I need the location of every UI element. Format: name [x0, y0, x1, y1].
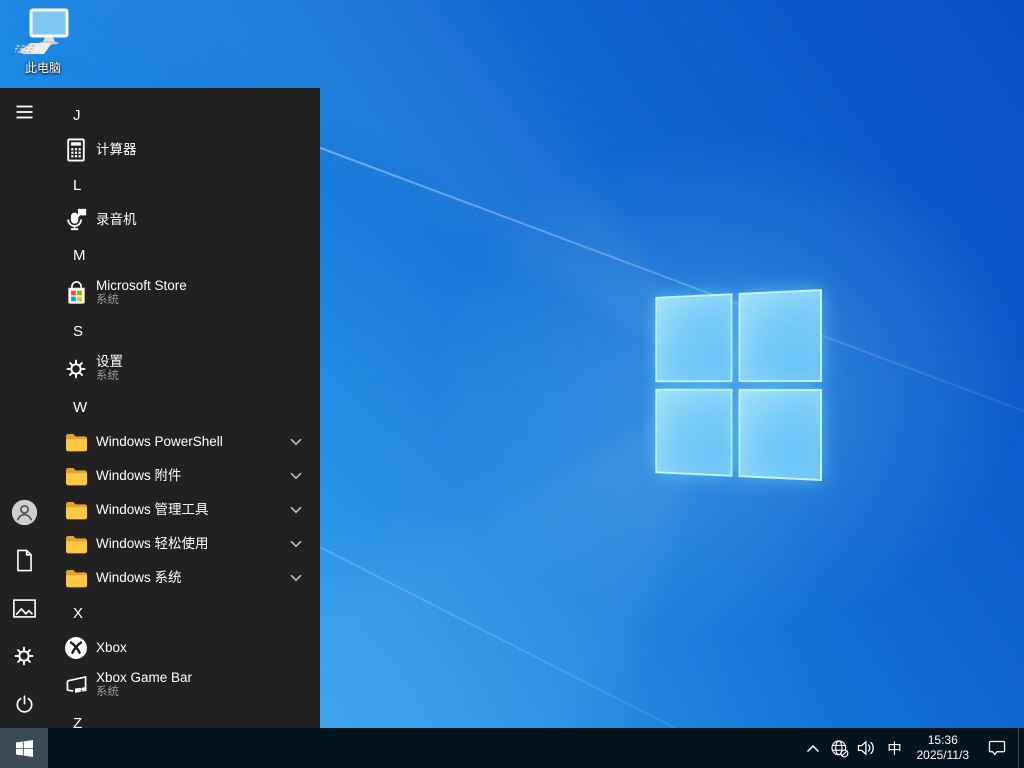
desktop: 此电脑 J 计算器 L 录音机 M Microsoft Store 系统 S 设置 系统 W Wind… — [0, 0, 1024, 768]
start-menu-item[interactable]: Xbox — [48, 631, 320, 665]
item-label: Microsoft Store — [96, 278, 187, 294]
this-pc-icon — [15, 8, 71, 58]
start-button[interactable] — [0, 728, 48, 768]
logo-pane — [655, 388, 732, 477]
clock-date: 2025/11/3 — [916, 748, 970, 762]
logo-pane — [655, 293, 732, 382]
network-globe-icon — [830, 739, 849, 758]
wallpaper-windows-logo — [632, 289, 822, 481]
clock-time: 15:36 — [927, 733, 958, 747]
chevron-down-icon[interactable] — [290, 472, 302, 480]
rail-button-user-account[interactable] — [0, 488, 48, 536]
start-menu-item[interactable]: 设置 系统 — [48, 349, 320, 389]
start-menu-item[interactable]: Microsoft Store 系统 — [48, 273, 320, 313]
section-letter: J — [73, 106, 81, 124]
start-menu-item[interactable]: 计算器 — [48, 133, 320, 167]
section-letter: X — [73, 604, 84, 622]
rail-button-documents[interactable] — [0, 536, 48, 584]
desktop-icon-label: 此电脑 — [24, 61, 61, 75]
desktop-icon-this-pc[interactable]: 此电脑 — [10, 8, 76, 76]
gear-icon — [13, 645, 35, 667]
windows-logo-icon — [15, 739, 33, 757]
rail-button-pictures[interactable] — [0, 584, 48, 632]
voice-recorder-icon — [64, 208, 88, 232]
folder-icon — [64, 464, 88, 488]
item-label: Windows PowerShell — [96, 434, 223, 450]
app-section-header[interactable]: J — [48, 97, 320, 133]
hamburger-icon — [16, 105, 33, 119]
folder-icon — [64, 498, 88, 522]
volume-icon — [856, 739, 876, 757]
pictures-icon — [12, 598, 36, 618]
item-label: Windows 轻松使用 — [96, 536, 209, 552]
taskbar: 中 15:36 2025/11/3 — [0, 728, 1024, 768]
chevron-down-icon[interactable] — [290, 438, 302, 446]
item-subtitle: 系统 — [96, 370, 119, 383]
show-hidden-icons-button[interactable] — [800, 728, 826, 768]
section-letter: W — [73, 398, 88, 416]
start-menu-item[interactable]: Xbox Game Bar 系统 — [48, 665, 320, 705]
ime-indicator[interactable]: 中 — [880, 728, 910, 768]
start-menu-rail — [0, 88, 48, 728]
power-icon — [14, 694, 35, 715]
start-menu-item[interactable]: Windows 附件 — [48, 459, 320, 493]
item-label: 计算器 — [96, 142, 137, 158]
app-section-header[interactable]: W — [48, 389, 320, 425]
store-icon — [64, 281, 88, 305]
section-letter: L — [73, 176, 82, 194]
logo-pane — [738, 289, 822, 382]
folder-icon — [64, 566, 88, 590]
start-menu-item[interactable]: Windows 系统 — [48, 561, 320, 595]
start-menu: J 计算器 L 录音机 M Microsoft Store 系统 S 设置 系统 W Windows … — [0, 88, 320, 728]
item-label: Xbox Game Bar — [96, 670, 193, 686]
item-label: Windows 附件 — [96, 468, 182, 484]
chevron-down-icon[interactable] — [290, 574, 302, 582]
user-icon — [11, 499, 38, 526]
rail-button-settings[interactable] — [0, 632, 48, 680]
action-center-icon — [987, 738, 1007, 758]
start-menu-item[interactable]: Windows 管理工具 — [48, 493, 320, 527]
folder-icon — [64, 532, 88, 556]
start-menu-item[interactable]: Windows 轻松使用 — [48, 527, 320, 561]
app-section-header[interactable]: L — [48, 167, 320, 203]
item-label: 录音机 — [96, 212, 137, 228]
folder-icon — [64, 430, 88, 454]
rail-button-power[interactable] — [0, 680, 48, 728]
gamebar-icon — [64, 673, 88, 697]
item-label: Windows 系统 — [96, 570, 182, 586]
item-subtitle: 系统 — [96, 294, 119, 307]
section-letter: S — [73, 322, 84, 340]
xbox-icon — [64, 636, 88, 660]
start-menu-app-list: J 计算器 L 录音机 M Microsoft Store 系统 S 设置 系统 W Windows … — [48, 88, 320, 728]
calculator-icon — [64, 138, 88, 162]
gear-icon — [64, 357, 88, 381]
ime-label: 中 — [887, 741, 902, 758]
system-tray: 中 15:36 2025/11/3 — [800, 728, 1024, 768]
item-label: Windows 管理工具 — [96, 502, 209, 518]
network-status-button[interactable] — [826, 728, 853, 768]
section-letter: M — [73, 246, 86, 264]
chevron-down-icon[interactable] — [290, 506, 302, 514]
volume-button[interactable] — [853, 728, 880, 768]
clock[interactable]: 15:36 2025/11/3 — [910, 728, 977, 768]
app-section-header[interactable]: X — [48, 595, 320, 631]
item-subtitle: 系统 — [96, 686, 119, 699]
app-section-header[interactable]: M — [48, 237, 320, 273]
chevron-down-icon[interactable] — [290, 540, 302, 548]
action-center-button[interactable] — [976, 728, 1018, 768]
app-section-header[interactable]: Z — [48, 705, 320, 729]
rail-button-expand-menu[interactable] — [0, 88, 48, 136]
app-section-header[interactable]: S — [48, 313, 320, 349]
chevron-up-icon — [806, 744, 820, 753]
start-menu-item[interactable]: Windows PowerShell — [48, 425, 320, 459]
logo-pane — [738, 388, 822, 481]
show-desktop-button[interactable] — [1018, 728, 1024, 768]
document-icon — [14, 549, 35, 572]
start-menu-item[interactable]: 录音机 — [48, 203, 320, 237]
item-label: Xbox — [96, 640, 127, 656]
section-letter: Z — [73, 714, 83, 729]
item-label: 设置 — [96, 354, 123, 370]
